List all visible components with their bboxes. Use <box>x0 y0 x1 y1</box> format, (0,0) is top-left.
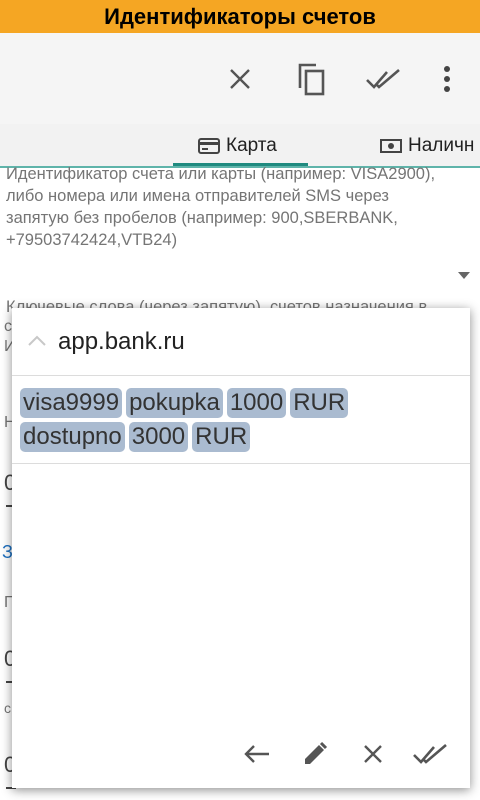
tab-card-label: Карта <box>226 135 277 156</box>
tab-cash[interactable]: Наличн <box>380 124 474 168</box>
sms-words: visa9999 pokupka 1000 RUR dostupno 3000 RUR <box>20 388 460 456</box>
bg-fragment: с <box>4 700 11 716</box>
bg-fragment: с <box>4 318 12 335</box>
tab-card[interactable]: Карта <box>198 124 277 168</box>
sms-word[interactable]: RUR <box>192 422 251 452</box>
tab-cash-label: Наличн <box>408 135 475 156</box>
sms-word[interactable]: dostupno <box>20 422 125 452</box>
credit-card-icon <box>198 138 220 154</box>
chevron-up-icon[interactable] <box>27 335 47 347</box>
identifier-hint-line-3: запятую без пробелов (например: 900,SBER… <box>6 209 398 227</box>
identifier-hint-line-4: +79503742424,VTB24) <box>6 231 178 249</box>
sms-word[interactable]: 1000 <box>226 388 287 418</box>
sms-word[interactable]: RUR <box>290 388 349 418</box>
done-all-icon[interactable] <box>412 736 448 772</box>
dropdown-arrow-icon[interactable] <box>458 272 470 279</box>
sms-word[interactable]: pokupka <box>126 388 223 418</box>
back-arrow-icon[interactable] <box>239 736 275 772</box>
popup-divider <box>12 375 470 376</box>
page-title: Идентификаторы счетов <box>104 4 376 29</box>
more-vert-icon[interactable] <box>429 61 465 97</box>
close-icon[interactable] <box>355 736 391 772</box>
identifier-hint-line-1: Идентификатор счета или карты (например:… <box>6 165 436 183</box>
sms-word[interactable]: 3000 <box>128 422 189 452</box>
tab-bar: Карта Наличн <box>0 124 480 168</box>
copy-icon[interactable] <box>293 61 329 97</box>
toolbar <box>0 33 480 124</box>
popup-divider <box>12 463 470 464</box>
done-all-icon[interactable] <box>365 61 401 97</box>
edit-icon[interactable] <box>297 736 333 772</box>
popup-header[interactable]: app.bank.ru <box>12 308 470 376</box>
close-icon[interactable] <box>222 61 258 97</box>
sms-popup: app.bank.ru visa9999 pokupka 1000 RUR dostup… <box>12 308 470 788</box>
identifier-hint-line-2: либо номера или имена отправителей SMS ч… <box>6 187 389 205</box>
title-bar: Идентификаторы счетов <box>0 0 480 33</box>
sms-word[interactable]: visa9999 <box>20 388 123 418</box>
cash-icon <box>380 139 402 153</box>
sms-sender: app.bank.ru <box>58 328 185 355</box>
